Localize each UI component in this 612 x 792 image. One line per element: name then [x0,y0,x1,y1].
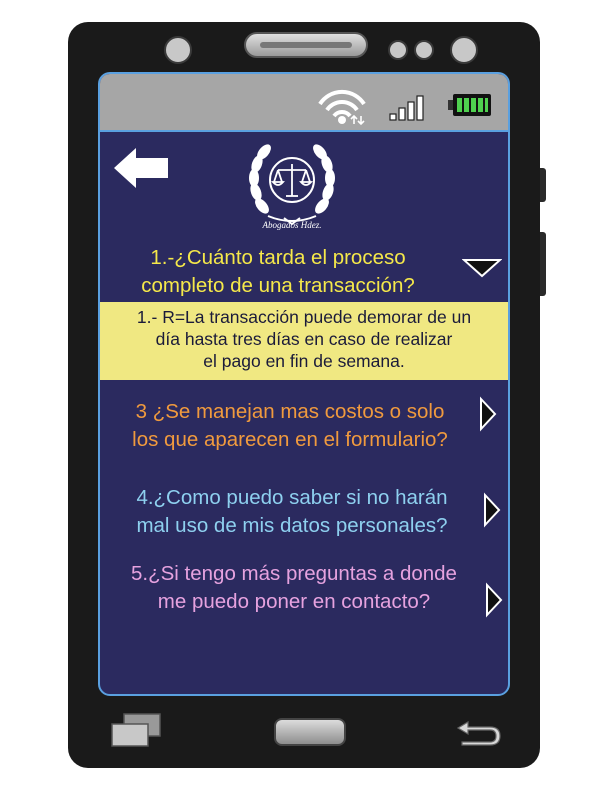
battery-icon [448,94,491,116]
side-button-top[interactable] [540,168,546,202]
home-button[interactable] [274,718,346,746]
sensor-2 [414,40,434,60]
faq-question-3-line-1: 3 ¿Se manejan mas costos o solo [135,400,445,423]
faq-question-5-line-2: me puedo poner en contacto? [157,590,431,613]
recent-apps-icon[interactable] [108,712,164,750]
faq-question-1-line-1: 1.-¿Cuánto tarda el proceso [150,246,406,269]
side-button-volume[interactable] [540,232,546,296]
faq-answer-1-line-2: día hasta tres días en caso de realizar [155,329,453,349]
chevron-right-icon[interactable] [484,582,504,618]
wifi-icon [318,89,366,126]
chevron-right-icon[interactable] [478,396,498,432]
earpiece-speaker [244,32,368,58]
back-arrow-icon[interactable] [112,146,172,190]
faq-question-4[interactable]: 4.¿Como puedo saber si no harán mal uso … [104,484,480,540]
logo-text: Abogados Hdez. [262,220,322,230]
faq-question-4-line-2: mal uso de mis datos personales? [136,514,448,537]
faq-question-3[interactable]: 3 ¿Se manejan mas costos o solo los que … [104,398,476,454]
faq-answer-1: 1.- R=La transacción puede demorar de un… [100,302,508,380]
sensor-1 [388,40,408,60]
faq-question-1[interactable]: 1.-¿Cuánto tarda el proceso completo de … [108,244,448,300]
faq-question-5-line-1: 5.¿Si tengo más preguntas a donde [131,562,457,585]
faq-question-5[interactable]: 5.¿Si tengo más preguntas a donde me pue… [104,560,484,616]
sensor-3 [450,36,478,64]
nav-back-icon[interactable] [452,716,506,748]
screen: Abogados Hdez. 1.-¿Cuánto tarda el proce… [98,72,510,696]
faq-answer-1-line-1: 1.- R=La transacción puede demorar de un [136,307,472,327]
faq-question-1-line-2: completo de una transacción? [141,274,415,297]
status-bar [100,74,508,130]
chevron-right-icon[interactable] [482,492,502,528]
front-camera [164,36,192,64]
status-divider [100,130,508,132]
faq-question-4-line-1: 4.¿Como puedo saber si no harán [136,486,448,509]
expand-down-icon[interactable] [462,256,502,280]
faq-question-3-line-2: los que aparecen en el formulario? [132,428,448,451]
faq-answer-1-line-3: el pago en fin de semana. [203,351,405,371]
signal-icon [389,95,424,121]
